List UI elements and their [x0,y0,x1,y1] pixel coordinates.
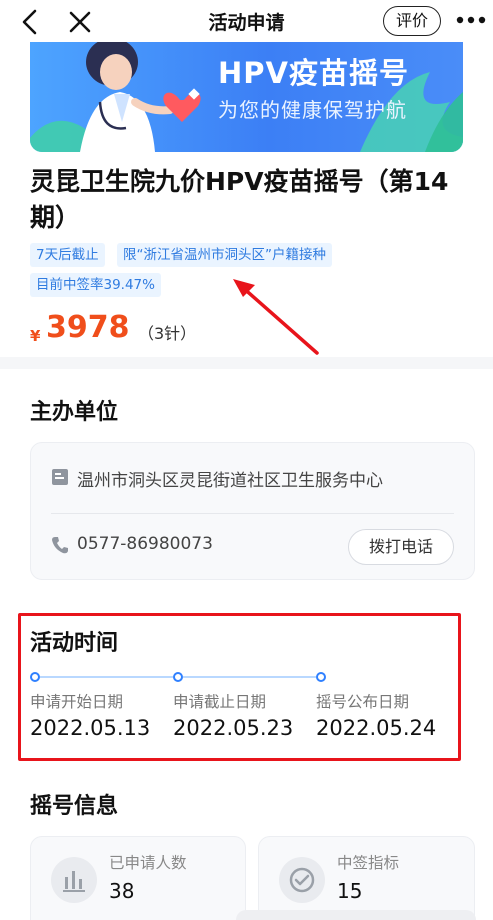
organizer-phone: 0577-86980073 [77,534,213,554]
step-date-deadline: 2022.05.23 [173,716,294,740]
promo-banner: HPV疫苗摇号 为您的健康保驾护航 [30,42,463,152]
step-label-start: 申请开始日期 [30,693,124,711]
check-circle-icon [279,857,325,903]
review-button[interactable]: 评价 [383,6,441,36]
timeline-dot [173,672,183,682]
timeline-segment [183,676,316,678]
price-unit: （3针） [138,324,197,343]
banner-title: HPV疫苗摇号 [218,56,409,90]
organizer-card: 温州市洞头区灵昆街道社区卫生服务中心 0577-86980073 拨打电话 [30,442,475,580]
schedule-timeline [30,672,330,682]
call-button[interactable]: 拨打电话 [348,529,454,565]
step-date-announce: 2022.05.24 [316,716,437,740]
phone-icon [52,537,68,554]
section-divider [0,357,493,369]
banner-subtitle: 为您的健康保驾护航 [218,98,407,122]
quota-card: 中签指标 15 [258,836,475,920]
activity-title: 灵昆卫生院九价HPV疫苗摇号（第14期） [30,167,449,232]
building-icon [52,469,68,485]
annotation-arrow-icon [233,279,319,355]
step-label-deadline: 申请截止日期 [173,693,267,711]
timeline-segment [40,676,173,678]
lottery-section-title: 摇号信息 [30,794,119,819]
chart-icon [51,857,97,903]
quota-label: 中签指标 [337,854,400,872]
win-rate-tag: 目前中签率39.47% [30,273,161,297]
step-date-start: 2022.05.13 [30,716,151,740]
timeline-dot [30,672,40,682]
step-label-announce: 摇号公布日期 [316,693,410,711]
residency-tag: 限“浙江省温州市洞头区”户籍接种 [117,243,332,267]
organizer-section-title: 主办单位 [30,400,119,425]
currency-symbol: ¥ [30,327,41,345]
deadline-tag: 7天后截止 [30,243,105,267]
more-icon[interactable] [455,14,487,26]
schedule-section-title: 活动时间 [30,631,119,656]
organizer-name: 温州市洞头区灵昆街道社区卫生服务中心 [77,471,383,491]
applicants-label: 已申请人数 [109,854,187,872]
card-divider [51,513,454,514]
price-value: 3978 [46,310,130,345]
bottom-action-bar[interactable] [236,910,476,920]
nav-bar: 活动申请 评价 [0,0,493,44]
timeline-dot [316,672,326,682]
quota-value: 15 [337,879,363,903]
applicants-card: 已申请人数 38 [30,836,246,920]
applicants-value: 38 [109,879,135,903]
